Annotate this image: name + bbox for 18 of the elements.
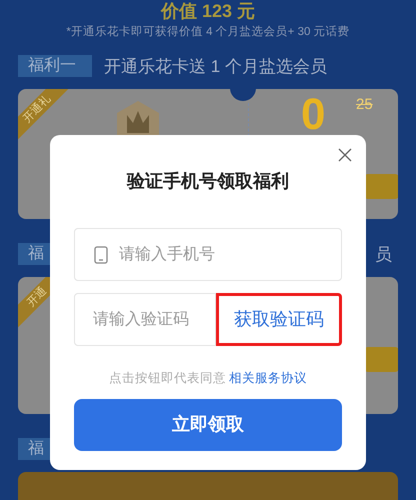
original-price: 25 (356, 97, 373, 114)
section-tag: 福利一 (18, 55, 92, 78)
claim-button[interactable] (364, 347, 398, 372)
price: 0 (301, 93, 326, 138)
agreement-link[interactable]: 相关服务协议 (229, 371, 308, 385)
headline: 价值 123 元 (160, 0, 256, 22)
code-input-field[interactable]: 请输入验证码 (74, 293, 216, 346)
dialog-title: 验证手机号领取福利 (127, 170, 289, 193)
get-code-button[interactable]: 获取验证码 (216, 293, 342, 346)
agreement-text: 点击按钮即代表同意 相关服务协议 (108, 370, 308, 387)
claim-now-button[interactable]: 立即领取 (74, 398, 342, 451)
section-title: 开通乐花卡送 1 个月盐选会员 (104, 56, 327, 78)
claim-button[interactable] (364, 174, 398, 200)
section-title: 员 (375, 244, 392, 266)
subtitle: *开通乐花卡即可获得价值 4 个月盐选会员+ 30 元话费 (66, 24, 350, 40)
close-icon[interactable] (338, 148, 352, 162)
phone-input-field[interactable]: 请输入手机号 (74, 228, 342, 281)
phone-icon (94, 246, 108, 264)
